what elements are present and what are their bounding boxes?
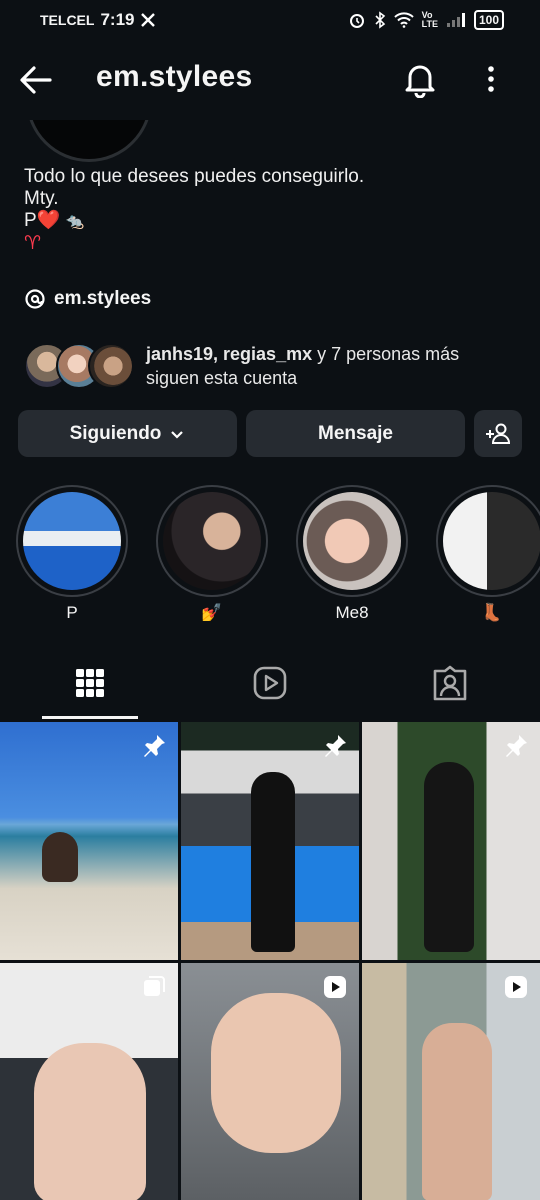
highlight-label: 💅 — [201, 603, 223, 622]
following-button-label: Siguiendo — [69, 422, 162, 444]
post-figure — [424, 762, 474, 952]
wifi-icon — [393, 12, 414, 28]
highlight-image — [163, 492, 261, 590]
pin-icon — [506, 735, 527, 757]
story-highlight[interactable]: Me8 — [296, 485, 408, 625]
highlight-label: Me8 — [335, 603, 369, 622]
post-thumbnail[interactable] — [0, 722, 178, 960]
bluetooth-icon — [375, 11, 385, 29]
post-figure — [251, 772, 295, 952]
threads-handle: em.stylees — [54, 288, 152, 309]
posts-grid — [0, 722, 540, 1200]
reel-icon — [324, 976, 346, 998]
post-thumbnail[interactable] — [181, 963, 359, 1200]
post-figure — [42, 832, 78, 882]
message-button[interactable]: Mensaje — [246, 410, 465, 457]
mutual-followers-names: janhs19, regias_mx — [146, 344, 313, 364]
status-bar: TELCEL 7:19 Vo LTE 100 — [0, 0, 540, 40]
threads-link[interactable]: em.stylees — [24, 288, 151, 310]
reels-icon[interactable] — [250, 663, 290, 703]
chevron-down-icon — [171, 430, 184, 439]
post-figure — [422, 1023, 492, 1200]
bio-line-text: P❤️ — [24, 210, 61, 231]
highlight-image — [303, 492, 401, 590]
signal-icon — [446, 13, 465, 27]
post-thumbnail[interactable] — [181, 722, 359, 960]
story-highlight[interactable]: 👢 — [436, 485, 540, 625]
story-highlight[interactable]: P — [16, 485, 128, 625]
bio-line: Mty. — [24, 188, 59, 209]
suggest-people-button[interactable] — [474, 410, 522, 457]
bio-line: P❤️ 🐀 — [24, 210, 364, 233]
post-thumbnail[interactable] — [0, 963, 178, 1200]
battery-indicator: 100 — [473, 10, 504, 30]
mutual-followers[interactable]: janhs19, regias_mx y 7 personas más sigu… — [24, 341, 524, 391]
highlight-label: P — [66, 603, 78, 622]
highlight-label: 👢 — [481, 603, 503, 622]
pin-icon — [325, 735, 346, 757]
pin-icon — [144, 735, 165, 757]
reel-icon — [505, 976, 527, 998]
bell-icon[interactable] — [402, 60, 438, 98]
profile-tabs — [0, 655, 540, 720]
mutual-followers-rest: y 7 personas más — [312, 344, 460, 364]
post-thumbnail[interactable] — [362, 963, 540, 1200]
back-arrow-icon[interactable] — [18, 62, 54, 98]
follower-avatar — [88, 343, 134, 389]
more-options-icon[interactable] — [478, 60, 504, 100]
threads-icon — [25, 289, 45, 309]
post-thumbnail[interactable] — [362, 722, 540, 960]
post-figure — [211, 993, 341, 1153]
following-button[interactable]: Siguiendo — [18, 410, 237, 457]
carrier-label: TELCEL — [40, 12, 95, 28]
volte-icon: Vo LTE — [421, 10, 438, 29]
message-button-label: Mensaje — [318, 422, 393, 444]
bio-line: ♈ — [24, 233, 42, 254]
active-tab-indicator — [42, 716, 138, 719]
mutual-followers-text: janhs19, regias_mx y 7 personas más sigu… — [146, 342, 459, 390]
carousel-icon — [144, 976, 165, 996]
mutual-followers-line2: siguen esta cuenta — [146, 368, 298, 388]
profile-bio: Todo lo que desees puedes conseguirlo. M… — [24, 166, 364, 255]
profile-username: em.stylees — [96, 60, 253, 93]
grid-icon[interactable] — [70, 663, 110, 703]
highlight-image — [23, 492, 121, 590]
alarm-icon — [349, 14, 364, 28]
story-highlight[interactable]: 💅 — [156, 485, 268, 625]
bio-line: Todo lo que desees puedes conseguirlo. — [24, 166, 365, 187]
time-label: 7:19 — [100, 10, 135, 29]
profile-header: em.stylees — [0, 50, 540, 110]
post-figure — [34, 1043, 146, 1200]
rat-emoji-icon: 🐀 — [65, 213, 85, 230]
highlight-image — [443, 492, 540, 590]
add-person-icon — [486, 423, 511, 444]
x-icon — [141, 13, 156, 27]
tagged-icon[interactable] — [430, 663, 470, 703]
